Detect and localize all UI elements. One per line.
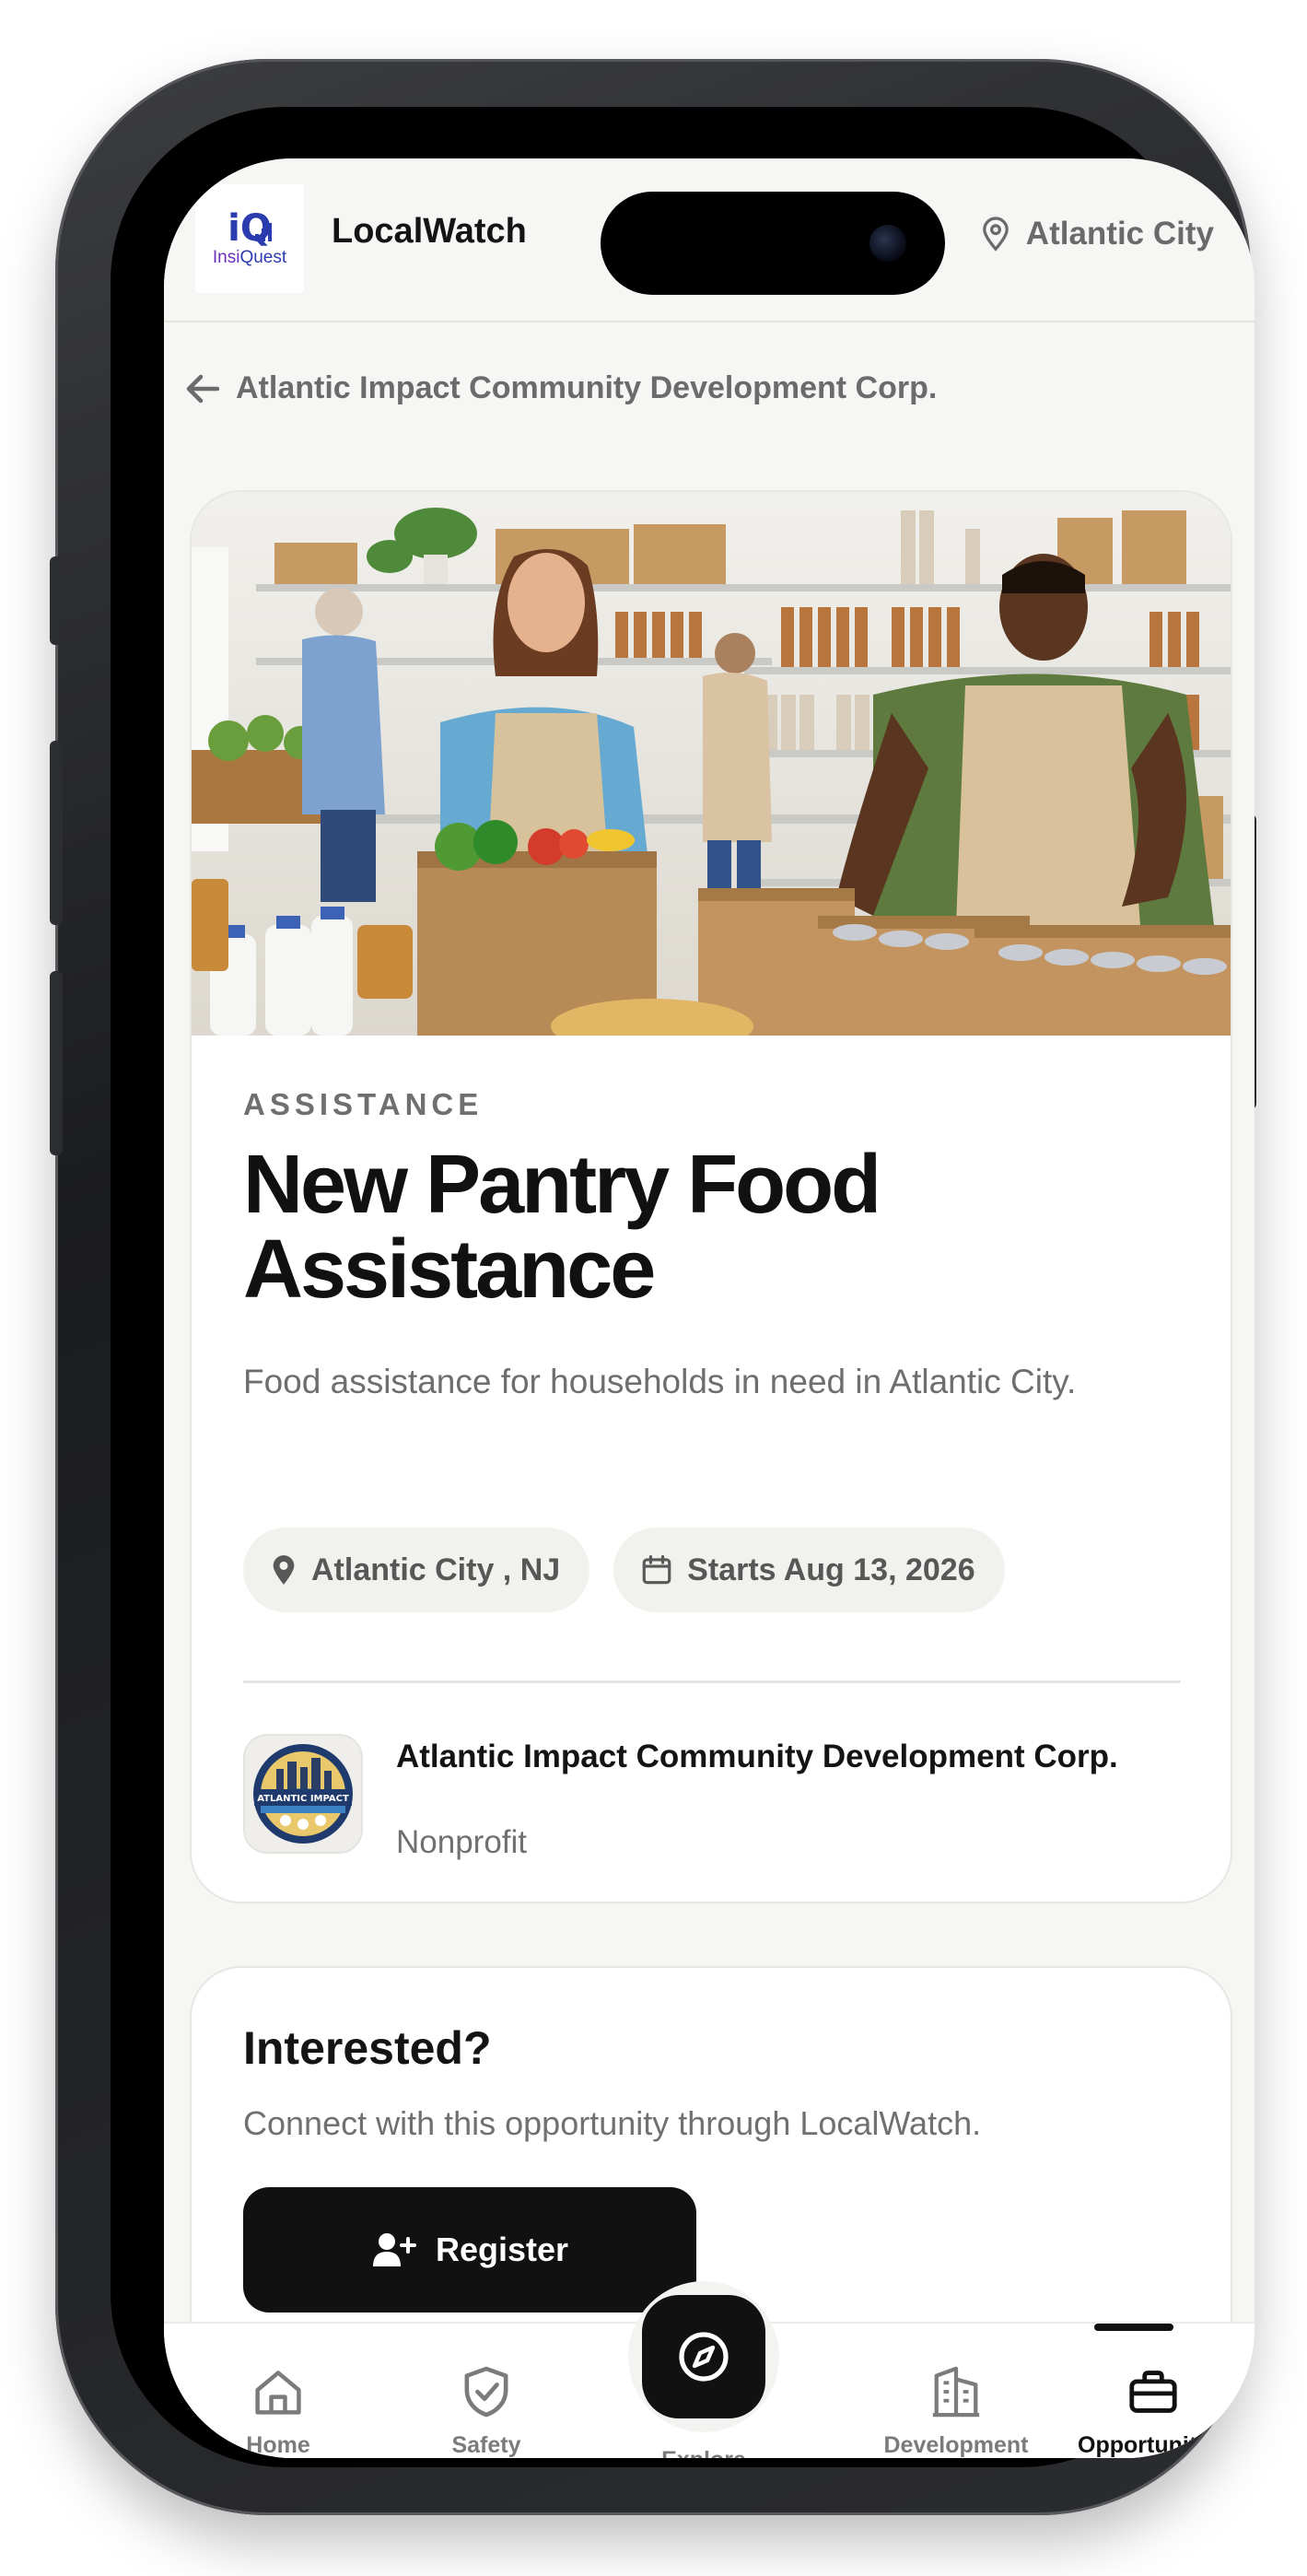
organization-type: Nonprofit	[396, 1824, 528, 1860]
location-label: Atlantic City	[1025, 216, 1214, 252]
arrow-left-icon	[186, 374, 220, 403]
insiquest-logo[interactable]: iQ InsiQuest	[195, 184, 304, 293]
phone-bezel: iQ InsiQuest LocalWatch Atlantic City At…	[111, 107, 1254, 2467]
food-pantry-hero-image	[192, 492, 1231, 1036]
app-screen: iQ InsiQuest LocalWatch Atlantic City At…	[164, 158, 1254, 2458]
map-pin-filled-icon	[273, 1555, 295, 1585]
meta-chips: Atlantic City , NJ Starts Aug 13, 2026	[243, 1528, 1005, 1612]
location-chip: Atlantic City , NJ	[243, 1528, 590, 1612]
tab-safety[interactable]: Safety	[394, 2324, 578, 2458]
bottom-tab-bar: Home Safety Development Opportunities	[164, 2281, 1254, 2458]
user-plus-icon	[372, 2233, 416, 2266]
date-chip: Starts Aug 13, 2026	[613, 1528, 1005, 1612]
volume-up-button	[50, 741, 63, 925]
dynamic-island	[601, 192, 945, 295]
back-link-label: Atlantic Impact Community Development Co…	[236, 370, 938, 405]
organization-logo[interactable]: ATLANTIC IMPACT	[243, 1734, 363, 1854]
app-title: LocalWatch	[332, 212, 527, 251]
tab-development[interactable]: Development	[855, 2324, 1057, 2458]
tab-opportunities[interactable]: Opportunities	[1052, 2324, 1254, 2458]
shield-check-icon	[464, 2366, 508, 2418]
location-selector[interactable]: Atlantic City	[980, 216, 1214, 252]
calendar-icon	[642, 1555, 671, 1585]
volume-down-button	[50, 971, 63, 1155]
interest-title: Interested?	[243, 2022, 492, 2074]
opportunity-card: ASSISTANCE New Pantry Food Assistance Fo…	[190, 490, 1232, 1903]
building-icon	[932, 2366, 980, 2418]
svg-text:ATLANTIC IMPACT: ATLANTIC IMPACT	[257, 1794, 349, 1804]
home-icon	[255, 2371, 301, 2415]
bar-chart-icon	[255, 223, 273, 241]
phone-frame: iQ InsiQuest LocalWatch Atlantic City At…	[50, 59, 1256, 2515]
divider	[243, 1680, 1181, 1683]
opportunity-title: New Pantry Food Assistance	[243, 1139, 881, 1316]
date-chip-label: Starts Aug 13, 2026	[687, 1551, 975, 1587]
interest-subtitle: Connect with this opportunity through Lo…	[243, 2104, 982, 2142]
location-chip-label: Atlantic City , NJ	[311, 1551, 561, 1587]
tab-safety-label: Safety	[451, 2432, 521, 2458]
register-button-label: Register	[435, 2231, 569, 2268]
tab-opportunities-label: Opportunities	[1078, 2432, 1229, 2458]
tab-home-label: Home	[246, 2432, 310, 2458]
compass-icon	[679, 2332, 729, 2382]
organization-name[interactable]: Atlantic Impact Community Development Co…	[396, 1736, 1151, 1777]
tab-home[interactable]: Home	[186, 2324, 370, 2458]
atlantic-impact-logo: ATLANTIC IMPACT	[253, 1744, 353, 1844]
opportunity-description: Food assistance for households in need i…	[243, 1363, 1077, 1400]
explore-button[interactable]	[628, 2281, 779, 2432]
tab-development-label: Development	[883, 2432, 1029, 2458]
category-label: ASSISTANCE	[243, 1087, 484, 1121]
tab-explore-label: Explore	[612, 2447, 796, 2458]
register-button[interactable]: Register	[243, 2187, 696, 2313]
briefcase-icon	[1129, 2371, 1177, 2413]
map-pin-icon	[982, 217, 1009, 252]
back-link[interactable]: Atlantic Impact Community Development Co…	[184, 370, 937, 406]
action-button	[50, 556, 63, 645]
